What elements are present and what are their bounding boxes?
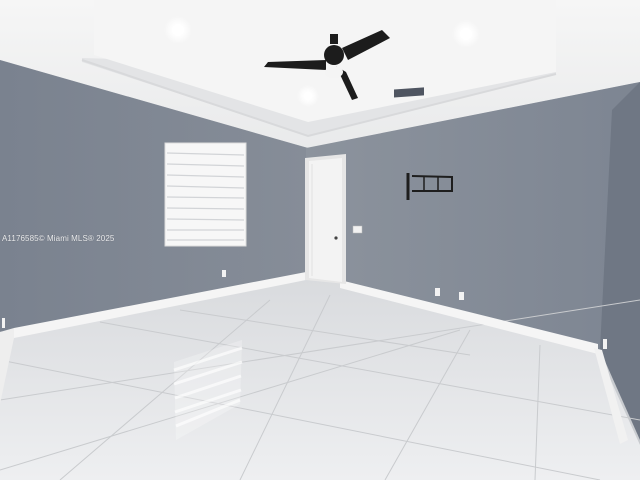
outlet-back-1 <box>435 288 440 296</box>
door-handle <box>334 236 338 240</box>
window-with-blinds <box>164 142 247 247</box>
light-switch <box>352 225 363 234</box>
room-scene: A1176585© Miami MLS® 2025 <box>0 0 640 480</box>
watermark-text: A1176585© Miami MLS® 2025 <box>2 234 115 243</box>
outlet-far-left <box>2 318 5 328</box>
outlet-right <box>603 339 607 349</box>
interior-door <box>305 154 346 284</box>
outlet-back-2 <box>459 292 464 300</box>
outlet-left <box>222 270 226 277</box>
